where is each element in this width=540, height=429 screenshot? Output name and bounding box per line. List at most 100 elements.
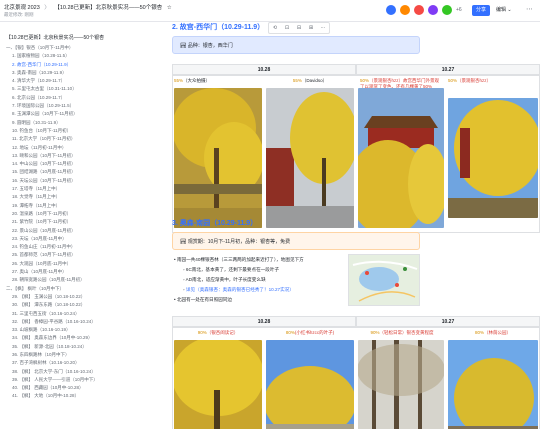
breadcrumb-wiki[interactable]: 北京景观 2023 xyxy=(4,5,40,11)
section-2-heading: 2. 故宫-西华门（10.29-11.9） xyxy=(172,24,265,31)
avatar[interactable] xyxy=(385,4,397,16)
toc-item[interactable]: 17. 五塔寺（11月上中） xyxy=(6,185,156,193)
ginkgo-photo[interactable] xyxy=(174,88,262,228)
toc-item[interactable]: 22. 景山公园（10月底-11月初） xyxy=(6,227,156,235)
photo-caption: 55%（Davidso） xyxy=(292,78,328,83)
toc-item[interactable]: 21. 紫竹院（10月下-11月初） xyxy=(6,218,156,226)
landscape-icon: 🏞 xyxy=(180,43,187,49)
toc-item[interactable]: 31. 三里屯西五街（10.16-10.24） xyxy=(6,310,156,318)
breadcrumb-separator: 〉 xyxy=(44,5,50,11)
toc-item[interactable]: 37. 百子湾枫树林（10.16-10.20） xyxy=(6,359,156,367)
toc-item[interactable]: 20. 温泉路（10月下-11月初） xyxy=(6,210,156,218)
toc-item[interactable]: 19. 潭柘寺（11月上中） xyxy=(6,202,156,210)
share-button[interactable]: 分享 xyxy=(472,5,490,16)
callout-info: 🏞 品种：银杏，西华门 xyxy=(172,36,420,54)
photo-caption: 55%（大众拍摄） xyxy=(174,78,211,83)
toc-item[interactable]: 40. 【枫】 西藏园（10月中-10.28） xyxy=(6,384,156,392)
undo-icon[interactable]: ⟲ xyxy=(269,23,281,33)
list-item: ◦ AD南北，适应渐黄中，叶子长度变么缺 xyxy=(183,277,266,282)
toc-item[interactable]: 30. 【枫】 潭东东路（10.18-10.22） xyxy=(6,301,156,309)
toc-item[interactable]: 8. 玉渊潭公园（10月下-11月初） xyxy=(6,110,156,118)
copy-icon[interactable]: ⊡ xyxy=(281,23,293,33)
toc-item[interactable]: 15. 团结湖路（10月底-11月初） xyxy=(6,168,156,176)
breadcrumb: 北京景观 2023 〉 【10.28已更新】北京秋景实况——50个银杏 ☆ xyxy=(4,3,175,11)
edit-mode-button[interactable]: 编辑 ⌄ xyxy=(496,5,512,16)
avatar[interactable] xyxy=(399,4,411,16)
ginkgo-photo[interactable] xyxy=(358,340,444,429)
toc-item[interactable]: 23. 天坛（10月底-11月中） xyxy=(6,235,156,243)
section-3-heading: 3. 奥森-南园（10.29-11.9） xyxy=(172,220,258,227)
toc-item[interactable]: 6. 北京公园（10.29-11.7） xyxy=(6,94,156,102)
toc-item[interactable]: 14. 中山公园（10月下-11月初） xyxy=(6,160,156,168)
layout-icon[interactable]: ⊟ xyxy=(293,23,305,33)
toc-item[interactable]: 10. 钓鱼台（10月下-11月初） xyxy=(6,127,156,135)
block-toolbar: ⟲ ⊡ ⊟ ⊞ ⋯ xyxy=(268,22,330,34)
toc-item[interactable]: 16. 天坛公园（10月下-11月初） xyxy=(6,177,156,185)
toc-item[interactable]: 27. 奥山（10月底-11月中） xyxy=(6,268,156,276)
list-item: • 北园有一处在有日照园同边 xyxy=(174,297,233,302)
toc-list: 一、【银】银杏（10月下-11月中） 1. 国家植物园（10.28-11.5） 2.… xyxy=(6,44,156,401)
avatar[interactable] xyxy=(441,4,453,16)
bullet-list: • 南园一共40棵银杏林（三三两两的加起来近打了），地图见下方 ◦ 6C南北，基… xyxy=(174,255,344,305)
grid-icon[interactable]: ⊞ xyxy=(305,23,317,33)
toc-item[interactable]: 25. 首都师范（10月下-11月初） xyxy=(6,251,156,259)
last-modified: 最近修改: 刚刚 xyxy=(4,12,34,17)
toc-item[interactable]: 38. 【枫】 北京大学-东门（10.16-10.24） xyxy=(6,368,156,376)
toc-item[interactable]: 二、【枫】 枫叶（10月中下） xyxy=(6,285,156,293)
more-icon[interactable]: ⋯ xyxy=(317,23,329,33)
photo-caption: 80%(小红书hzcc的叶子) xyxy=(285,330,335,335)
article-link[interactable]: 详见（奥森银杏：奥森的银杏已经秀了！10.27实况） xyxy=(186,287,294,292)
callout-text: 品种：银杏，西华门 xyxy=(187,43,233,49)
toc-item[interactable]: 18. 大觉寺（11月上中） xyxy=(6,193,156,201)
avatar[interactable] xyxy=(413,4,425,16)
toc-item[interactable]: 26. 大观园（10月底-11月中） xyxy=(6,260,156,268)
collaborator-avatars[interactable]: +6 xyxy=(385,4,462,18)
ginkgo-photo[interactable] xyxy=(358,88,444,228)
ginkgo-photo[interactable] xyxy=(266,88,354,228)
table-date-header: 10.27 xyxy=(356,64,540,75)
avatar-count[interactable]: +6 xyxy=(456,4,462,18)
star-icon[interactable]: ☆ xyxy=(167,5,172,11)
toc-item[interactable]: 32. 【枫】 香樟园-平谷路（10.16-10.24） xyxy=(6,318,156,326)
toc-item[interactable]: 11. 北京大学（10月下-11月初） xyxy=(6,135,156,143)
toc-item[interactable]: 39. 【枫】 人民大学——引道（10月中下） xyxy=(6,376,156,384)
toc-item[interactable]: 33. 山坡枫路（10.16-10.19） xyxy=(6,326,156,334)
avatar[interactable] xyxy=(427,4,439,16)
ginkgo-photo[interactable] xyxy=(448,340,538,429)
toc-item[interactable]: 9. 圆明园（10.31-11.9） xyxy=(6,119,156,127)
toc-item[interactable]: 2. 故宫-西华门（10.29-11.9） xyxy=(6,61,156,69)
table-of-contents: 【10.28已更新】北京秋景实况——50个银杏 一、【银】银杏（10月下-11月… xyxy=(0,22,160,429)
ginkgo-photo[interactable] xyxy=(174,340,262,429)
toc-item[interactable]: 一、【银】银杏（10月下-11月中） xyxy=(6,44,156,52)
callout-text: 观赏期：10月下-11月初，品种：银杏等，免费 xyxy=(187,239,291,245)
more-icon[interactable]: ⋯ xyxy=(526,5,533,15)
page-title[interactable]: 【10.28已更新】北京秋景实况——50个银杏 xyxy=(54,5,162,11)
toc-item[interactable]: 41. 【枫】 大地（10月中-10.28） xyxy=(6,392,156,400)
photo-caption: 90%（银杏阅读记） xyxy=(197,330,239,335)
toc-title[interactable]: 【10.28已更新】北京秋景实况——50个银杏 xyxy=(6,34,104,41)
toc-item[interactable]: 12. 地坛（11月初-11月中） xyxy=(6,144,156,152)
toc-item[interactable]: 13. 颐和公园（10月下-11月初） xyxy=(6,152,156,160)
landscape-icon: 🏞 xyxy=(180,239,187,245)
callout-info: 🏞 观赏期：10月下-11月初，品种：银杏等，免费 xyxy=(172,232,420,250)
toc-item[interactable]: 29. 【枫】 玉渊公园（10.18-10.22） xyxy=(6,293,156,301)
table-date-header: 10.28 xyxy=(172,316,356,327)
toc-item[interactable]: 36. 东四枫路林（10月中下） xyxy=(6,351,156,359)
toc-item[interactable]: 5. 三里屯太古里（10.31-11.10） xyxy=(6,85,156,93)
toc-item[interactable]: 24. 钓鱼山庄（11月初-11月中） xyxy=(6,243,156,251)
toc-item[interactable]: 35. 【枫】 新源-北园（10.18-10.24） xyxy=(6,343,156,351)
list-item: • 南园一共40棵银杏林（三三两两的加起来近打了），地图见下方 xyxy=(174,257,304,262)
ginkgo-photo[interactable] xyxy=(266,340,354,429)
list-item: ◦ 6C南北，基本黄了，还剩下最要点在一段叶子 xyxy=(183,267,280,272)
toc-item[interactable]: 1. 国家植物园（10.28-11.5） xyxy=(6,52,156,60)
toc-item[interactable]: 7. 环境国际公园（10.29-11.5） xyxy=(6,102,156,110)
table-date-header: 10.27 xyxy=(356,316,540,327)
toc-item[interactable]: 3. 奥森-南园（10.29-11.9） xyxy=(6,69,156,77)
toc-item[interactable]: 4. 清华大学（10.29-11.7） xyxy=(6,77,156,85)
photo-caption: 90%（轻松日常）银杏变黄程度 xyxy=(370,330,434,335)
ginkgo-photo[interactable] xyxy=(448,98,538,218)
park-map[interactable] xyxy=(348,254,420,306)
toc-item[interactable]: 28. 朝阳宽路公园（10月底-11月初） xyxy=(6,276,156,284)
table-date-header: 10.28 xyxy=(172,64,356,75)
toc-item[interactable]: 34. 【枫】 奥森东边界（10月中-10.29） xyxy=(6,334,156,342)
